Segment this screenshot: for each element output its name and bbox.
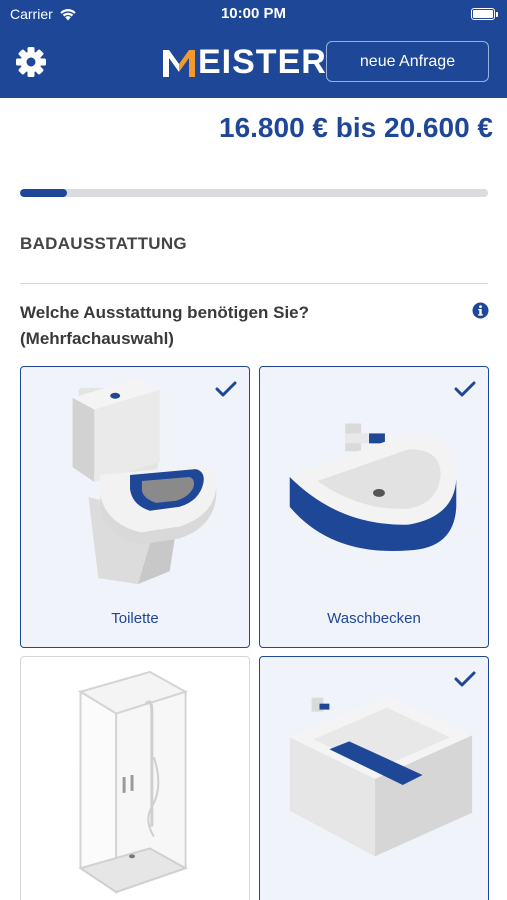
option-card-toilet[interactable]: Toilette [20,366,250,648]
check-icon [215,381,237,397]
progress-bar [20,189,488,197]
section-title: BADAUSSTATTUNG [20,234,187,253]
meister-logo: EISTER [162,43,327,82]
option-card-bathtub[interactable] [259,656,489,900]
toilet-icon [72,377,217,585]
bathtub-icon [289,695,473,857]
shower-icon [78,670,189,894]
progress-fill [20,189,67,197]
app-header: Carrier 10:00 PM EISTER neue Anfrage [0,0,507,98]
info-icon[interactable] [472,302,489,319]
status-time: 10:00 PM [220,5,287,22]
logo-m-mark [162,48,196,78]
question-text: Welche Ausstattung benötigen Sie? (Mehrf… [20,303,310,348]
option-label: Toilette [111,610,159,627]
battery-icon [471,8,498,20]
price-range: 16.800 € bis 20.600 € [219,112,493,143]
gear-icon[interactable] [14,45,48,79]
section-divider [20,283,488,284]
option-card-shower[interactable] [20,656,250,900]
option-label: Waschbecken [327,610,421,627]
status-bar: Carrier 10:00 PM [0,0,507,30]
check-icon [454,671,476,687]
washbasin-icon [289,423,457,552]
logo-text: EISTER [198,43,327,81]
check-icon [454,381,476,397]
new-request-button[interactable]: neue Anfrage [326,41,489,82]
option-card-washbasin[interactable]: Waschbecken [259,366,489,648]
